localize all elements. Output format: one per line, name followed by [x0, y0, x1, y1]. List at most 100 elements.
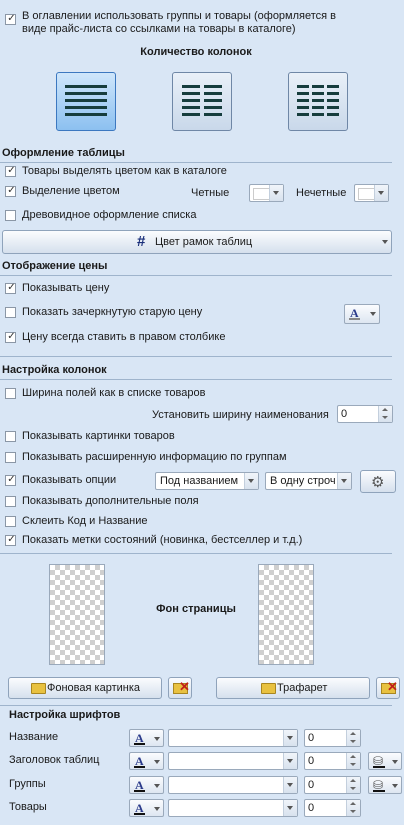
show-images-checkbox[interactable] [5, 431, 16, 442]
font-color-bar [349, 318, 360, 320]
odd-color-dropdown[interactable] [354, 184, 389, 202]
field-width-checkbox[interactable] [5, 388, 16, 399]
spinner-arrows-icon[interactable] [346, 753, 360, 769]
price-right-column-checkbox[interactable]: ✓ [5, 331, 16, 343]
background-image-button[interactable]: Фоновая картинка [8, 677, 162, 699]
check-icon: ✓ [7, 165, 16, 176]
name-width-value: 0 [341, 408, 348, 420]
background-title: Фон страницы [156, 603, 236, 615]
font-row-label: Название [9, 731, 59, 743]
show-options-checkbox[interactable]: ✓ [5, 474, 16, 486]
toc-checkbox[interactable]: ✓ [5, 13, 16, 25]
font-color-bar [134, 790, 145, 792]
stencil-preview[interactable] [258, 564, 314, 665]
options-settings-button[interactable]: ⚙ [360, 470, 396, 493]
spinner-arrows-icon[interactable] [346, 730, 360, 746]
section-divider [0, 356, 392, 357]
options-layout-value: В одну строч [270, 475, 336, 487]
columns-3-button[interactable] [288, 72, 348, 131]
chevron-down-icon [283, 800, 297, 816]
table-design-title-text: Оформление таблицы [2, 147, 125, 159]
chevron-down-icon [154, 807, 160, 811]
font-size-spinner[interactable]: 0 [304, 752, 361, 770]
spinner-arrows-icon[interactable] [346, 800, 360, 816]
options-position-select[interactable]: Под названием [155, 472, 259, 490]
odd-label: Нечетные [296, 187, 347, 199]
chevron-down-icon [283, 777, 297, 793]
font-row-label: Товары [9, 801, 47, 813]
font-size-spinner[interactable]: 0 [304, 776, 361, 794]
fill-color-button[interactable]: ⛁ [368, 752, 402, 770]
check-icon: ✓ [7, 331, 16, 342]
font-family-select[interactable] [168, 752, 298, 770]
font-family-select[interactable] [168, 776, 298, 794]
clear-background-button[interactable]: ✕ [168, 677, 192, 699]
chevron-down-icon [154, 760, 160, 764]
even-color-dropdown[interactable] [249, 184, 284, 202]
field-width-label: Ширина полей как в списке товаров [22, 387, 206, 399]
background-image-button-label: Фоновая картинка [47, 682, 141, 694]
merge-code-name-checkbox[interactable] [5, 516, 16, 527]
font-size-value: 0 [308, 802, 315, 814]
fill-color-bar [373, 766, 385, 768]
chevron-down-icon [269, 185, 283, 201]
highlight-color-checkbox[interactable]: ✓ [5, 185, 16, 197]
show-options-label: Показывать опции [22, 474, 117, 486]
show-extended-groups-checkbox[interactable] [5, 452, 16, 463]
font-style-button[interactable]: A [129, 799, 164, 817]
chevron-down-icon [244, 473, 258, 489]
font-color-bar [134, 743, 145, 745]
close-icon: ✕ [387, 679, 398, 694]
font-size-spinner[interactable]: 0 [304, 799, 361, 817]
fill-color-button[interactable]: ⛁ [368, 776, 402, 794]
show-extra-fields-checkbox[interactable] [5, 496, 16, 507]
font-style-button[interactable]: A [129, 776, 164, 794]
highlight-color-label: Выделение цветом [22, 185, 120, 197]
font-color-bar [134, 813, 145, 815]
columns-2-button[interactable] [172, 72, 232, 131]
border-color-button[interactable]: # Цвет рамок таблиц [2, 230, 392, 254]
options-position-value: Под названием [160, 475, 239, 487]
font-family-select[interactable] [168, 799, 298, 817]
name-width-spinner[interactable]: 0 [337, 405, 393, 423]
tree-view-checkbox[interactable] [5, 210, 16, 221]
font-size-spinner[interactable]: 0 [304, 729, 361, 747]
section-divider [0, 275, 392, 276]
grid-icon: # [137, 233, 146, 250]
old-price-font-button[interactable]: A [344, 304, 380, 324]
merge-code-name-label: Склеить Код и Название [22, 515, 148, 527]
odd-color-swatch [358, 188, 375, 200]
show-extra-fields-label: Показывать дополнительные поля [22, 495, 199, 507]
font-style-button[interactable]: A [129, 729, 164, 747]
chevron-down-icon [392, 760, 398, 764]
toc-checkbox-label: В оглавлении использовать группы и товар… [22, 10, 337, 35]
font-family-select[interactable] [168, 729, 298, 747]
highlight-like-catalog-checkbox[interactable]: ✓ [5, 165, 16, 177]
check-icon: ✓ [7, 185, 16, 196]
spinner-arrows-icon[interactable] [378, 406, 392, 422]
fill-color-bar [373, 790, 385, 792]
two-columns-icon [182, 85, 222, 116]
price-title-text: Отображение цены [2, 260, 108, 272]
font-size-value: 0 [308, 779, 315, 791]
font-size-value: 0 [308, 755, 315, 767]
chevron-down-icon [382, 240, 388, 244]
show-extended-groups-label: Показывать расширенную информацию по гру… [22, 451, 287, 463]
font-row-label: Группы [9, 778, 46, 790]
even-color-swatch [253, 188, 270, 200]
show-old-price-checkbox[interactable] [5, 307, 16, 318]
font-style-button[interactable]: A [129, 752, 164, 770]
show-status-marks-checkbox[interactable]: ✓ [5, 534, 16, 546]
spinner-arrows-icon[interactable] [346, 777, 360, 793]
clear-stencil-button[interactable]: ✕ [376, 677, 400, 699]
columns-1-button[interactable] [56, 72, 116, 131]
highlight-like-catalog-label: Товары выделять цветом как в каталоге [22, 165, 227, 177]
show-price-checkbox[interactable]: ✓ [5, 282, 16, 294]
show-old-price-label: Показать зачеркнутую старую цену [22, 306, 203, 318]
options-layout-select[interactable]: В одну строч [265, 472, 352, 490]
check-icon: ✓ [7, 13, 16, 24]
section-divider [0, 162, 392, 163]
fonts-title: Настройка шрифтов [9, 709, 121, 721]
check-icon: ✓ [7, 474, 16, 485]
stencil-button[interactable]: Трафарет [216, 677, 370, 699]
